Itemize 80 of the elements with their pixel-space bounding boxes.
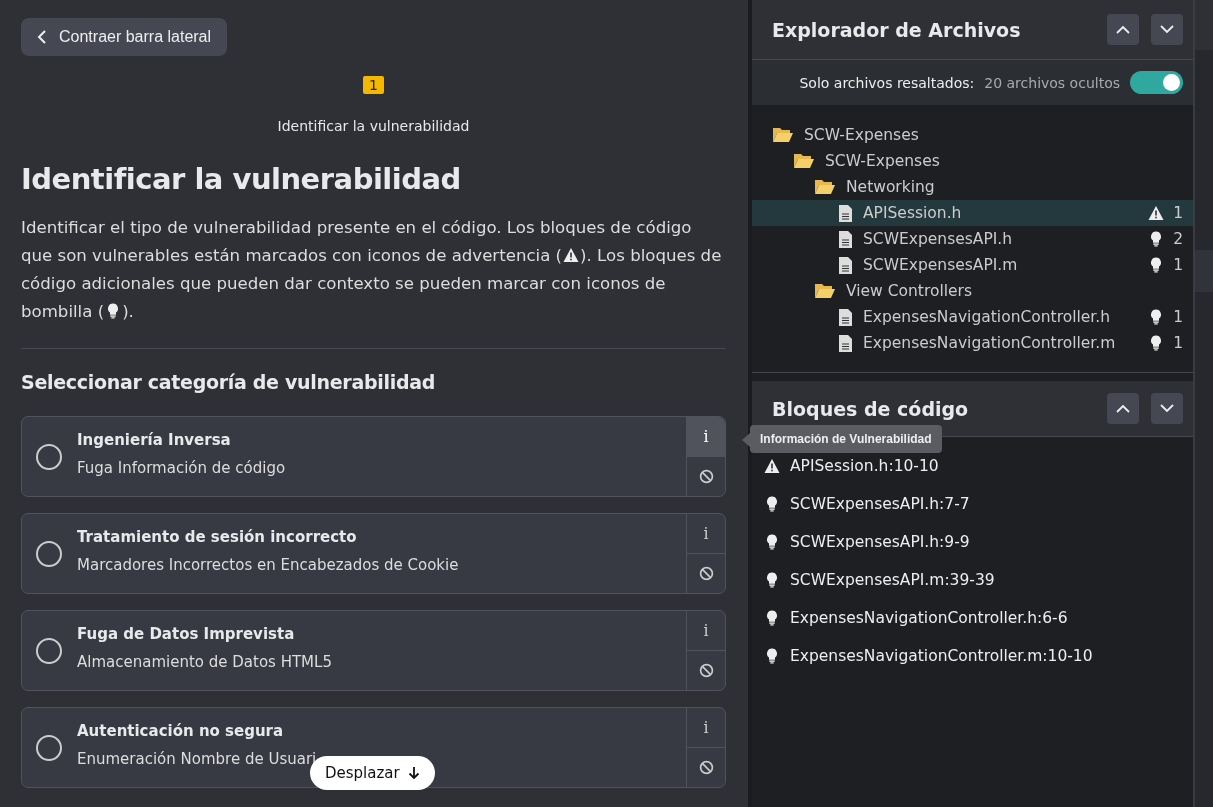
file-icon — [838, 229, 853, 249]
file-item[interactable]: SCWExpensesAPI.h 2 — [752, 226, 1193, 252]
folder-item[interactable]: SCW-Expenses — [752, 122, 1193, 148]
panel-title: Explorador de Archivos — [772, 18, 1022, 41]
description-text: Identificar el tipo de vulnerabilidad presente en el código. Los bloques de código que son vulnerables están marcados con iconos de advertencia ( ). Los bloques de código adicionales que pueden dar contexto se pueden marcar con iconos de bombilla ( ). — [21, 217, 723, 323]
code-block-item[interactable]: ExpensesNavigationController.h:6-6 — [764, 599, 1193, 637]
filter-toggle[interactable] — [1130, 71, 1183, 94]
prohibited-icon — [698, 469, 714, 484]
hidden-files-count: 20 archivos ocultos — [984, 74, 1120, 91]
folder-icon — [772, 127, 794, 143]
category-title: Autenticación no segura — [77, 722, 285, 740]
info-button[interactable]: i — [687, 708, 725, 747]
category-card[interactable]: Tratamiento de sesión incorrecto Marcadores Incorrectos en Encabezados de Cookie i — [21, 513, 726, 594]
step-number-badge: 1 — [363, 76, 384, 94]
file-icon — [838, 307, 853, 327]
marker-count: 1 — [1173, 308, 1183, 326]
info-button[interactable]: i — [687, 514, 725, 553]
code-block-item[interactable]: SCWExpensesAPI.h:9-9 — [764, 523, 1193, 561]
radio-button[interactable] — [36, 541, 62, 567]
marker-count: 1 — [1173, 256, 1183, 274]
info-button[interactable]: i — [687, 611, 725, 650]
category-subtitle: Fuga Información de código — [77, 459, 287, 477]
code-block-item[interactable]: SCWExpensesAPI.h:7-7 — [764, 485, 1193, 523]
lightbulb-icon — [764, 572, 780, 588]
section-heading: Seleccionar categoría de vulnerabilidad — [21, 371, 436, 393]
radio-button[interactable] — [36, 444, 62, 470]
file-item[interactable]: ExpensesNavigationController.h 1 — [752, 304, 1193, 330]
folder-item[interactable]: View Controllers — [752, 278, 1193, 304]
page-heading: Identificar la vulnerabilidad — [21, 162, 462, 196]
arrow-down-icon — [407, 766, 420, 780]
collapse-sidebar-button[interactable]: Contraer barra lateral — [21, 18, 228, 56]
collapse-up-button[interactable] — [1107, 14, 1139, 45]
collapse-up-button[interactable] — [1107, 393, 1139, 424]
file-icon — [838, 333, 853, 353]
prohibited-icon — [698, 566, 714, 581]
prohibited-icon — [698, 663, 714, 678]
chevron-left-icon — [37, 30, 47, 44]
lightbulb-icon — [764, 496, 780, 512]
chevron-down-icon — [1160, 25, 1174, 34]
code-block-item[interactable]: ExpensesNavigationController.m:10-10 — [764, 637, 1193, 675]
marker-count: 1 — [1173, 334, 1183, 352]
chevron-down-icon — [1160, 404, 1174, 413]
radio-button[interactable] — [36, 638, 62, 664]
panel-title: Bloques de código — [772, 397, 970, 420]
expand-down-button[interactable] — [1151, 14, 1183, 45]
category-title: Fuga de Datos Imprevista — [77, 625, 296, 643]
category-card[interactable]: Ingeniería Inversa Fuga Información de código i — [21, 416, 726, 497]
folder-icon — [814, 179, 836, 195]
marker-count: 2 — [1173, 230, 1183, 248]
prohibited-icon — [698, 760, 714, 775]
chevron-up-icon — [1116, 25, 1130, 34]
file-icon — [838, 255, 853, 275]
file-item[interactable]: SCWExpensesAPI.m 1 — [752, 252, 1193, 278]
file-item[interactable]: ExpensesNavigationController.m 1 — [752, 330, 1193, 356]
lightbulb-icon — [764, 648, 780, 664]
folder-item[interactable]: Networking — [752, 174, 1193, 200]
chevron-up-icon — [1116, 404, 1130, 413]
folder-icon — [793, 153, 815, 169]
category-subtitle: Marcadores Incorrectos en Encabezados de Cookie — [77, 556, 460, 574]
folder-icon — [814, 283, 836, 299]
lightbulb-icon — [764, 534, 780, 550]
step-label: Identificar la vulnerabilidad — [277, 118, 470, 134]
radio-button[interactable] — [36, 735, 62, 761]
info-button[interactable]: i — [687, 417, 725, 456]
filter-label: Solo archivos resaltados: — [799, 74, 975, 91]
tooltip-pointer — [742, 433, 750, 447]
category-card[interactable]: Fuga de Datos Imprevista Almacenamiento de Datos HTML5 i — [21, 610, 726, 691]
warning-icon — [1148, 205, 1165, 221]
folder-item[interactable]: SCW-Expenses — [752, 148, 1193, 174]
expand-down-button[interactable] — [1151, 393, 1183, 424]
code-block-item[interactable]: SCWExpensesAPI.m:39-39 — [764, 561, 1193, 599]
warning-icon — [562, 247, 581, 263]
file-item[interactable]: APISession.h 1 — [752, 200, 1193, 226]
category-title: Ingeniería Inversa — [77, 431, 232, 449]
lightbulb-icon — [764, 610, 780, 626]
file-icon — [838, 203, 853, 223]
category-subtitle: Almacenamiento de Datos HTML5 — [77, 653, 333, 671]
marker-count: 1 — [1173, 204, 1183, 222]
category-title: Tratamiento de sesión incorrecto — [77, 528, 358, 546]
warning-icon — [764, 458, 780, 474]
